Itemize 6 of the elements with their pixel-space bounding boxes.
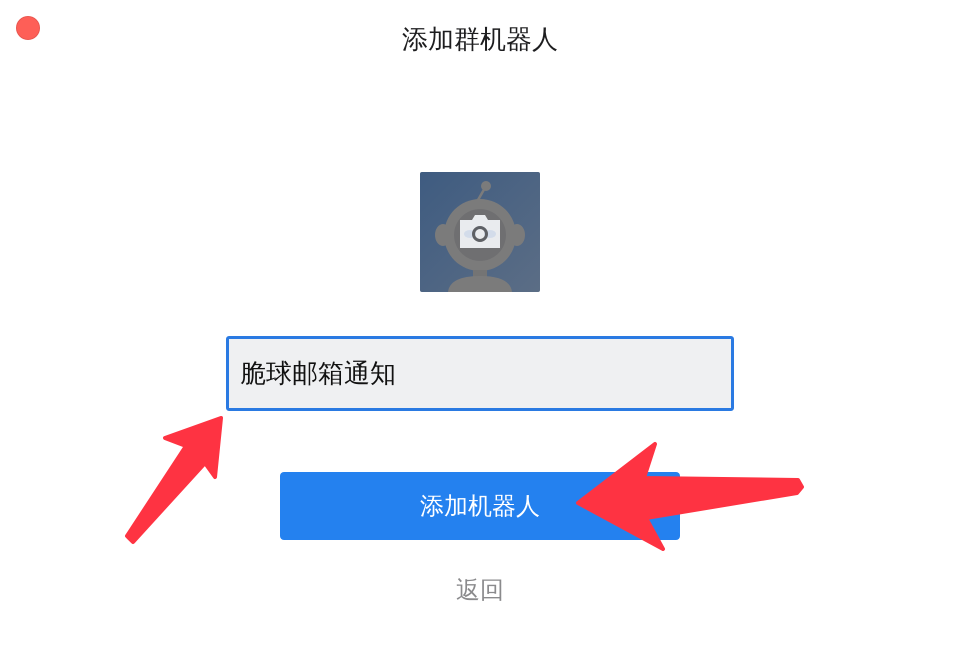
close-button[interactable] bbox=[16, 16, 40, 40]
window-title: 添加群机器人 bbox=[402, 24, 558, 54]
camera-icon[interactable] bbox=[460, 215, 500, 248]
back-link[interactable]: 返回 bbox=[456, 576, 504, 606]
robot-avatar[interactable] bbox=[420, 172, 540, 292]
robot-name-field[interactable]: 脆球邮箱通知 bbox=[226, 336, 734, 411]
